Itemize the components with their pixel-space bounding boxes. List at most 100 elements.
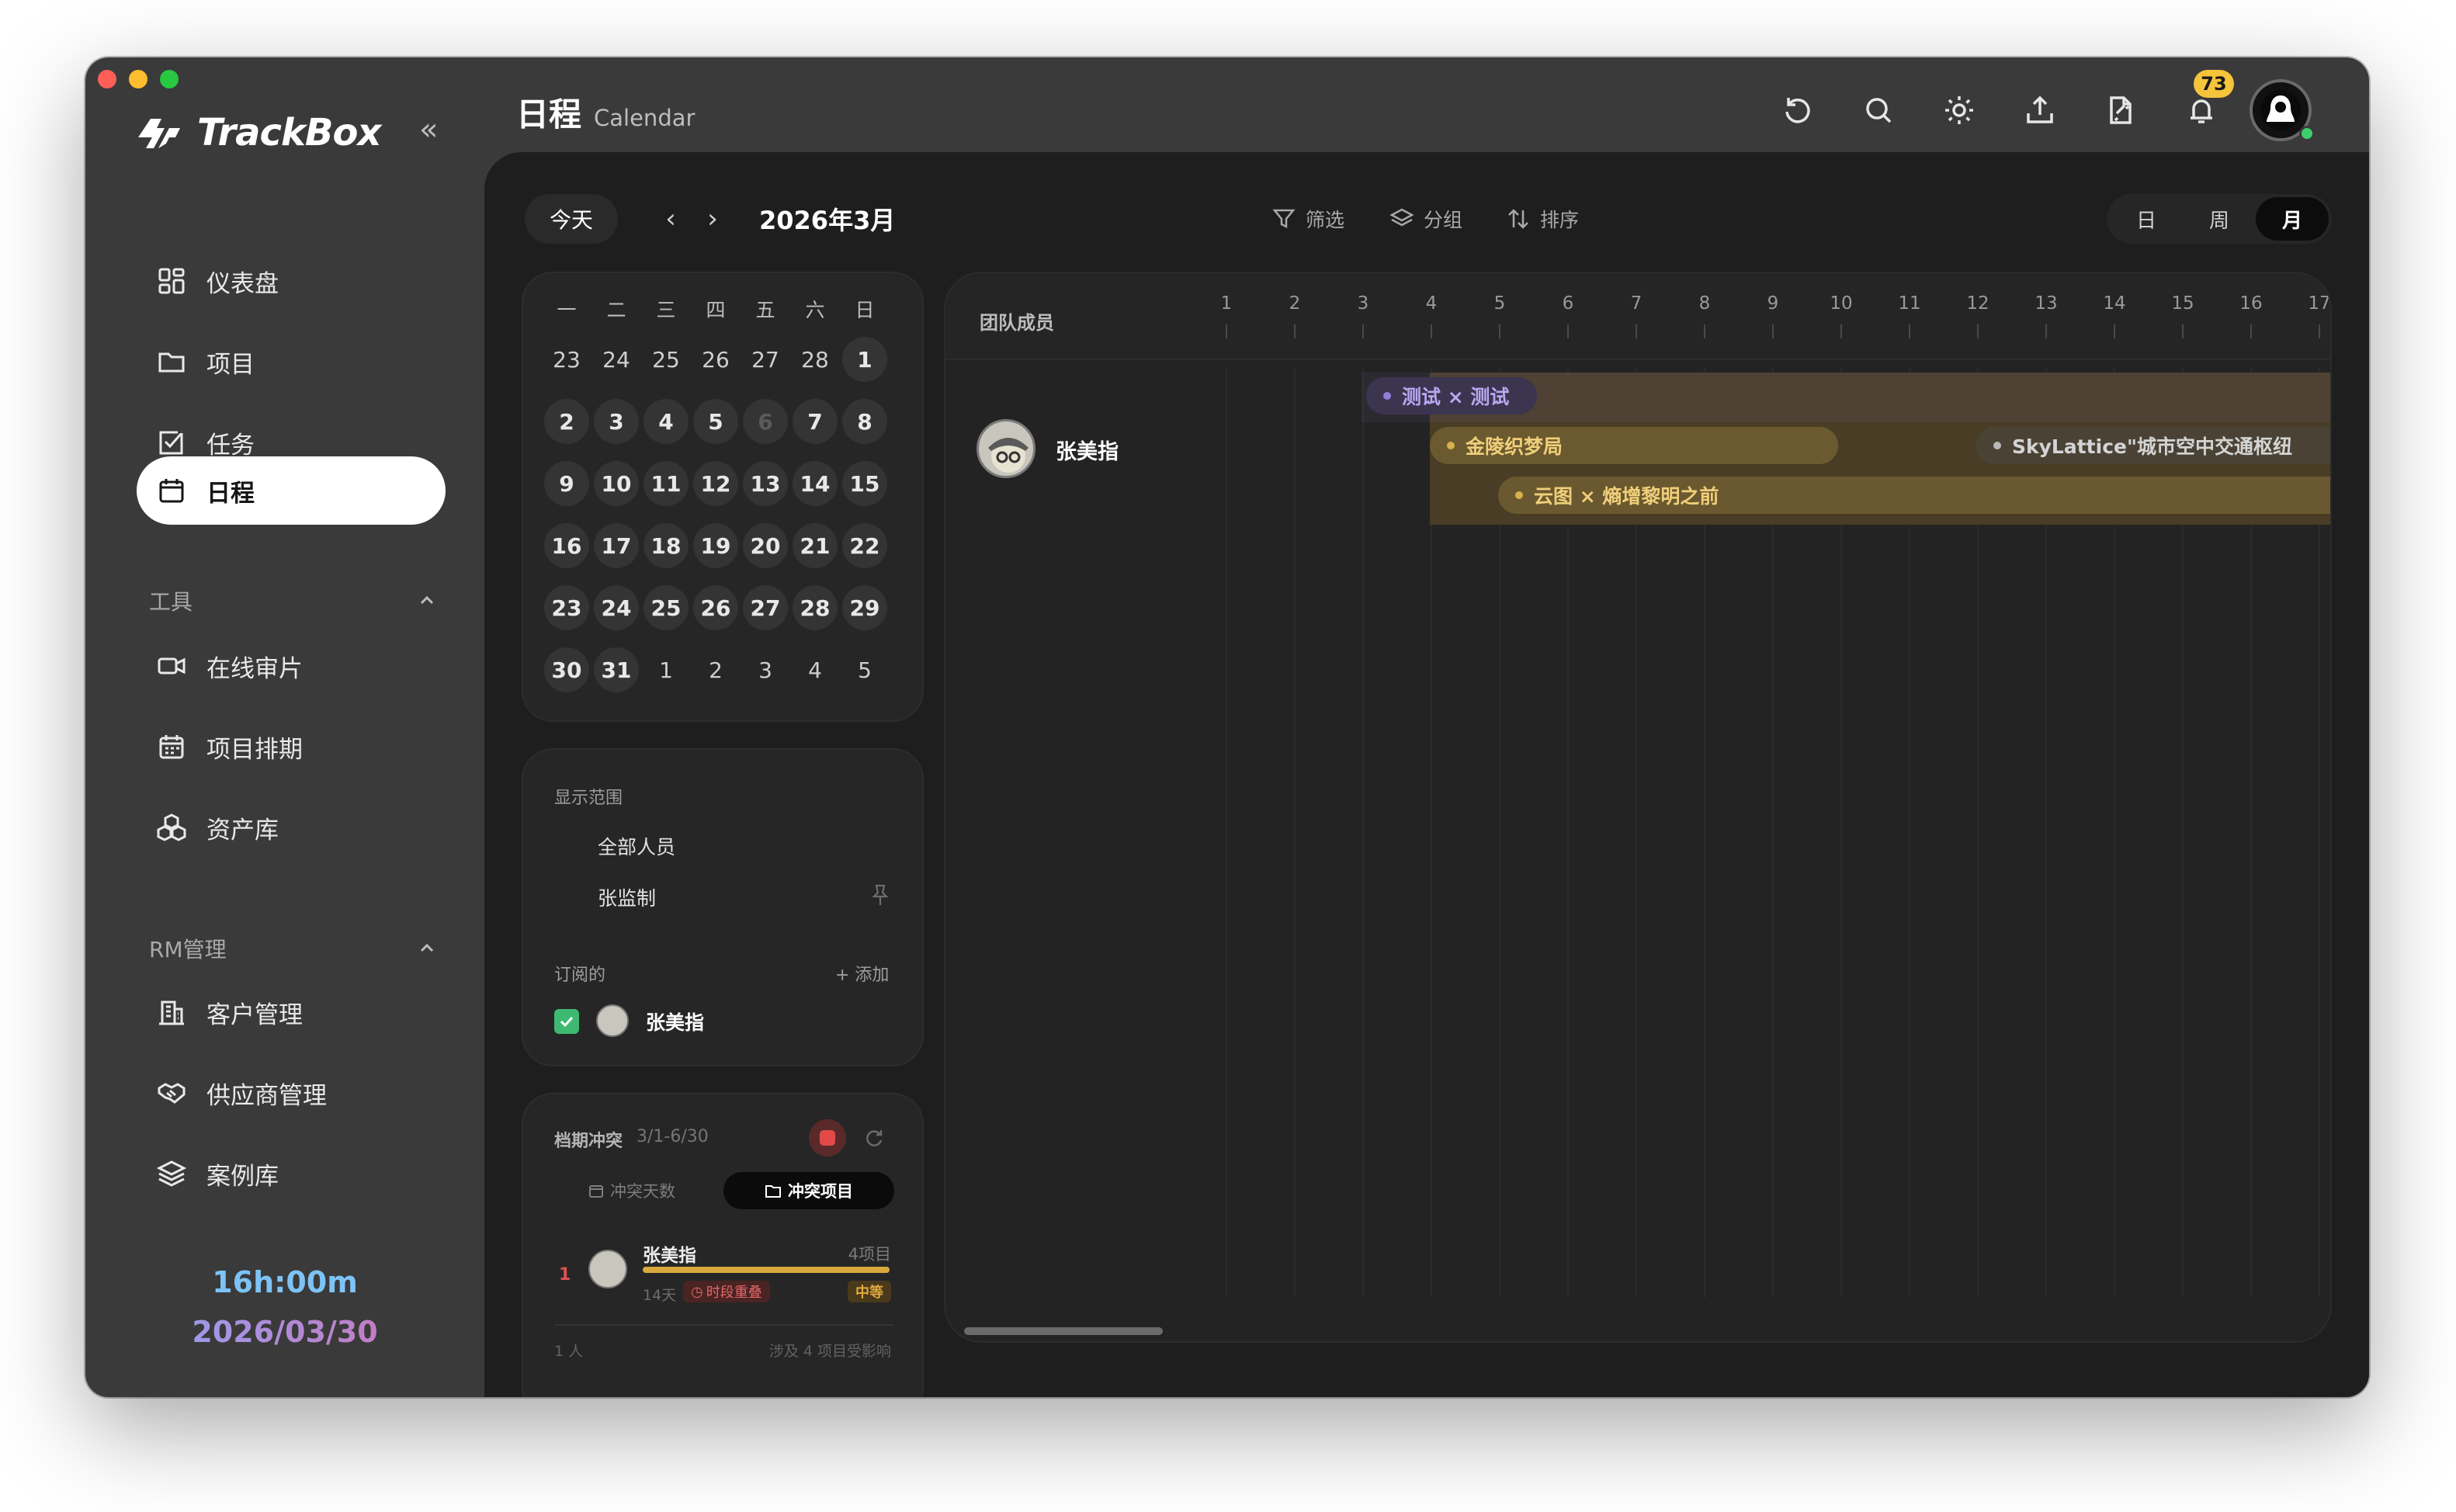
range-option-producer[interactable]: 张监制 xyxy=(598,883,656,911)
rm-section-header[interactable]: RM管理 xyxy=(149,933,436,964)
day-column-label: 9 xyxy=(1767,293,1779,314)
calendar-day[interactable]: 24 xyxy=(594,337,639,382)
calendar-day[interactable]: 27 xyxy=(743,337,788,382)
sidebar-item-clients[interactable]: 客户管理 xyxy=(137,978,446,1046)
gantt-header: 团队成员 1 2 3 4 5 6 7 8 9 10 11 12 13 14 15 16 17 xyxy=(945,273,2330,360)
sidebar-item-cases[interactable]: 案例库 xyxy=(137,1139,446,1208)
calendar-day[interactable]: 13 xyxy=(743,461,788,506)
calendar-day[interactable]: 18 xyxy=(643,523,689,568)
calendar-day[interactable]: 25 xyxy=(643,585,689,630)
calendar-day[interactable]: 14 xyxy=(793,461,838,506)
calendar-icon xyxy=(155,474,188,507)
sidebar-item-label: 供应商管理 xyxy=(206,1081,327,1110)
calendar-day[interactable]: 17 xyxy=(594,523,639,568)
calendar-day[interactable]: 26 xyxy=(693,585,738,630)
calendar-day[interactable]: 3 xyxy=(594,399,639,444)
calendar-day[interactable]: 19 xyxy=(693,523,738,568)
overlap-tag: ◷ 时段重叠 xyxy=(683,1281,770,1302)
filter-button[interactable]: 筛选 xyxy=(1271,194,1344,244)
calendar-day[interactable]: 29 xyxy=(842,585,887,630)
calendar-day[interactable]: 30 xyxy=(544,647,589,692)
tools-section-header[interactable]: 工具 xyxy=(149,585,436,616)
upload-icon[interactable] xyxy=(2018,88,2062,132)
group-button[interactable]: 分组 xyxy=(1389,194,1462,244)
subscription-checkbox[interactable] xyxy=(554,1009,579,1034)
calendar-day[interactable]: 15 xyxy=(842,461,887,506)
search-icon[interactable] xyxy=(1857,88,1900,132)
calendar-day[interactable]: 23 xyxy=(544,337,589,382)
day-column-label: 4 xyxy=(1425,293,1438,314)
calendar-day[interactable]: 2 xyxy=(693,647,738,692)
add-subscription-button[interactable]: + 添加 xyxy=(835,961,889,986)
sidebar-item-label: 项目 xyxy=(206,350,255,379)
calendar-day[interactable]: 9 xyxy=(544,461,589,506)
calendar-day[interactable]: 28 xyxy=(793,337,838,382)
pin-icon[interactable] xyxy=(869,883,891,907)
sidebar-item-label: 任务 xyxy=(206,431,255,459)
refresh-icon[interactable] xyxy=(863,1127,885,1149)
day-grid-line xyxy=(1226,366,1227,1298)
calendar-day[interactable]: 31 xyxy=(594,647,639,692)
calendar-day[interactable]: 12 xyxy=(693,461,738,506)
sidebar-item-suppliers[interactable]: 供应商管理 xyxy=(137,1059,446,1127)
tab-conflict-projects[interactable]: 冲突项目 xyxy=(723,1172,894,1209)
range-option-all[interactable]: 全部人员 xyxy=(598,832,675,860)
member-avatar-illustration xyxy=(988,438,1029,473)
calendar-day[interactable]: 4 xyxy=(793,647,838,692)
calendar-day[interactable]: 11 xyxy=(643,461,689,506)
calendar-day[interactable]: 3 xyxy=(743,647,788,692)
conflict-member-name[interactable]: 张美指 xyxy=(643,1240,696,1267)
sidebar-item-scheduling[interactable]: 项目排期 xyxy=(137,713,446,781)
calendar-day[interactable]: 6 xyxy=(743,399,788,444)
calendar-day[interactable]: 7 xyxy=(793,399,838,444)
calendar-day[interactable]: 8 xyxy=(842,399,887,444)
tab-conflict-days[interactable]: 冲突天数 xyxy=(554,1172,709,1209)
today-button[interactable]: 今天 xyxy=(525,194,618,244)
day-column-label: 13 xyxy=(2035,293,2058,314)
app-logo[interactable]: TrackBox xyxy=(135,107,381,158)
sidebar-item-dashboard[interactable]: 仪表盘 xyxy=(137,247,446,315)
day-column-label: 14 xyxy=(2103,293,2126,314)
sidebar-item-calendar[interactable]: 日程 xyxy=(137,456,446,525)
sidebar-item-assets[interactable]: 资产库 xyxy=(137,793,446,862)
document-link-icon[interactable] xyxy=(2099,88,2142,132)
calendar-day[interactable]: 22 xyxy=(842,523,887,568)
next-month-button[interactable]: › xyxy=(697,194,728,244)
stop-button[interactable] xyxy=(809,1119,846,1157)
event-bar[interactable]: SkyLattice"城市空中交通枢纽 xyxy=(1976,427,2330,464)
calendar-day[interactable]: 2 xyxy=(544,399,589,444)
event-bar[interactable]: 金陵织梦局 xyxy=(1430,427,1838,464)
event-bar[interactable]: 云图 × 熵增黎明之前 xyxy=(1498,477,2330,514)
sidebar-item-review[interactable]: 在线审片 xyxy=(137,632,446,700)
view-month-button[interactable]: 月 xyxy=(2256,197,2329,241)
event-bar[interactable]: 测试 × 测试 xyxy=(1366,377,1537,414)
calendar-day[interactable]: 16 xyxy=(544,523,589,568)
view-day-button[interactable]: 日 xyxy=(2110,197,2183,241)
calendar-day[interactable]: 1 xyxy=(643,647,689,692)
horizontal-scrollbar[interactable] xyxy=(964,1327,1163,1335)
day-grid-line xyxy=(1294,366,1296,1298)
calendar-day[interactable]: 21 xyxy=(793,523,838,568)
prev-month-button[interactable]: ‹ xyxy=(655,194,686,244)
sidebar-item-projects[interactable]: 项目 xyxy=(137,328,446,396)
theme-sun-icon[interactable] xyxy=(1937,88,1981,132)
day-tick xyxy=(1704,324,1705,338)
calendar-day[interactable]: 28 xyxy=(793,585,838,630)
collapse-sidebar-icon[interactable]: « xyxy=(419,112,438,147)
calendar-day[interactable]: 23 xyxy=(544,585,589,630)
member-name[interactable]: 张美指 xyxy=(1056,435,1119,465)
calendar-day[interactable]: 24 xyxy=(594,585,639,630)
calendar-day[interactable]: 27 xyxy=(743,585,788,630)
sort-button[interactable]: 排序 xyxy=(1506,194,1579,244)
calendar-day[interactable]: 5 xyxy=(693,399,738,444)
calendar-day[interactable]: 1 xyxy=(842,337,887,382)
calendar-day[interactable]: 20 xyxy=(743,523,788,568)
member-avatar[interactable] xyxy=(977,419,1035,478)
refresh-icon[interactable] xyxy=(1776,88,1819,132)
calendar-day[interactable]: 4 xyxy=(643,399,689,444)
calendar-day[interactable]: 26 xyxy=(693,337,738,382)
calendar-day[interactable]: 5 xyxy=(842,647,887,692)
calendar-day[interactable]: 25 xyxy=(643,337,689,382)
calendar-day[interactable]: 10 xyxy=(594,461,639,506)
view-week-button[interactable]: 周 xyxy=(2183,197,2256,241)
